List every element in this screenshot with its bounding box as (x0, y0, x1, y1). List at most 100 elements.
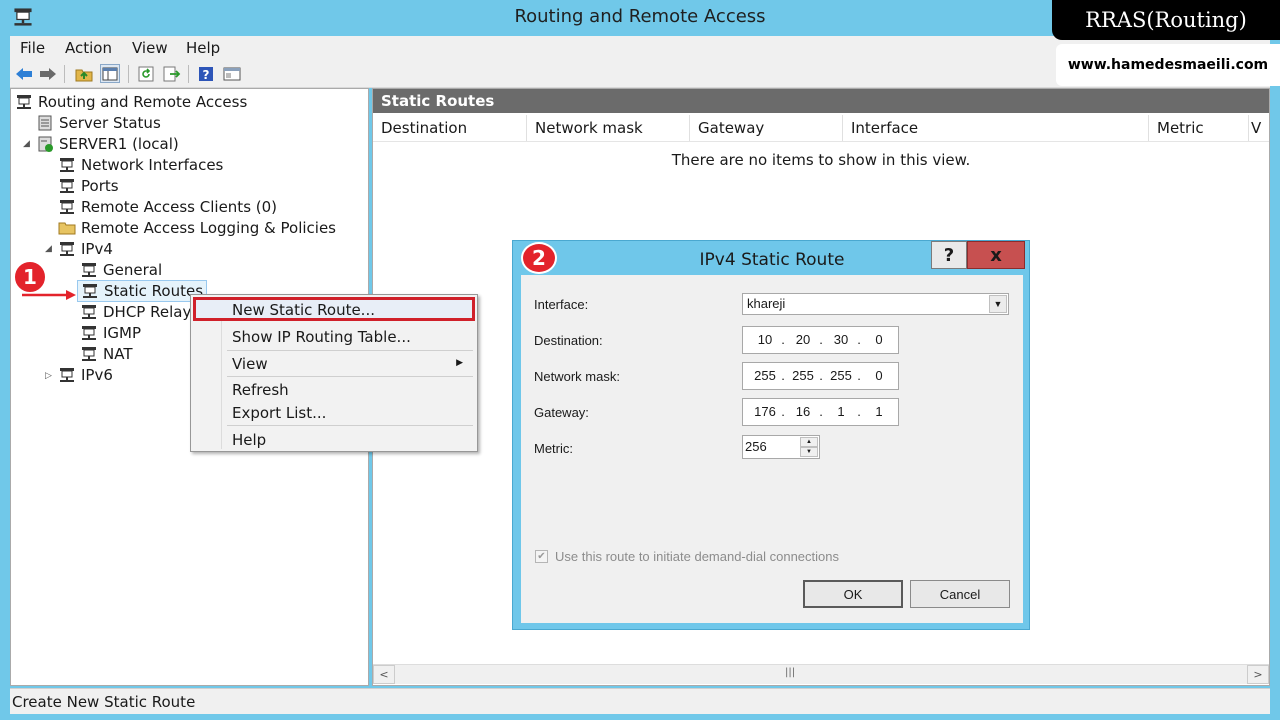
context-menu: New Static Route... Show IP Routing Tabl… (190, 294, 478, 452)
col-metric[interactable]: Metric (1149, 115, 1249, 141)
menu-view[interactable]: View (132, 39, 168, 57)
ok-button[interactable]: OK (803, 580, 903, 608)
tree-network-interfaces[interactable]: Network Interfaces (58, 155, 223, 175)
destination-octet-3[interactable]: 30 (827, 332, 855, 347)
dialog-close-button[interactable]: x (967, 241, 1025, 269)
ctx-view[interactable]: View (232, 355, 268, 373)
spin-up-icon[interactable]: ▲ (800, 437, 818, 447)
spin-down-icon[interactable]: ▼ (800, 447, 818, 457)
back-icon[interactable] (14, 64, 34, 83)
ctx-refresh[interactable]: Refresh (232, 381, 289, 399)
collapse-ipv4-icon[interactable]: ◢ (45, 244, 52, 254)
collapse-server-icon[interactable]: ◢ (23, 139, 30, 149)
network-node-icon (58, 241, 76, 257)
server-icon (38, 136, 53, 152)
demand-dial-checkbox[interactable]: ✔ (535, 550, 548, 563)
scroll-right-icon[interactable]: > (1247, 665, 1269, 684)
gateway-octet-1[interactable]: 176 (751, 404, 779, 419)
tree-igmp-label: IGMP (103, 324, 142, 342)
network-node-icon (58, 157, 76, 173)
ctx-show-ip-routing-table[interactable]: Show IP Routing Table... (232, 328, 411, 346)
tree-ipv4[interactable]: IPv4 (58, 239, 113, 259)
empty-list-message: There are no items to show in this view. (671, 151, 971, 169)
col-destination[interactable]: Destination (373, 115, 527, 141)
rras-window: Routing and Remote Access File Action Vi… (0, 0, 1280, 720)
horizontal-scrollbar[interactable]: < ||| > (373, 664, 1269, 684)
tree-igmp[interactable]: IGMP (80, 323, 141, 343)
refresh-icon[interactable] (136, 64, 156, 83)
gateway-field[interactable]: 176 . 16 . 1 . 1 (742, 398, 899, 426)
col-network-mask[interactable]: Network mask (527, 115, 690, 141)
tree-general-label: General (103, 261, 163, 279)
gateway-octet-3[interactable]: 1 (827, 404, 855, 419)
interface-select[interactable]: khareji ▼ (742, 293, 1009, 315)
tree-dhcp-relay-label: DHCP Relay (103, 303, 192, 321)
mask-octet-4[interactable]: 0 (865, 368, 893, 383)
chevron-down-icon[interactable]: ▼ (989, 295, 1007, 313)
dialog-help-button[interactable]: ? (931, 241, 967, 269)
ctx-export-list[interactable]: Export List... (232, 404, 326, 422)
mask-octet-3[interactable]: 255 (827, 368, 855, 383)
network-mask-label: Network mask: (534, 369, 620, 384)
tree-root[interactable]: Routing and Remote Access (15, 92, 247, 112)
metric-value[interactable]: 256 (745, 439, 767, 454)
demand-dial-option: ✔ Use this route to initiate demand-dial… (535, 549, 839, 564)
destination-octet-4[interactable]: 0 (865, 332, 893, 347)
tree-logging-label: Remote Access Logging & Policies (81, 219, 336, 237)
tree-nat[interactable]: NAT (80, 344, 132, 364)
tree-static-routes-label: Static Routes (104, 282, 204, 300)
tree-server-status[interactable]: Server Status (36, 113, 161, 133)
tree-ipv4-label: IPv4 (81, 240, 113, 258)
menu-file[interactable]: File (20, 39, 45, 57)
tree-static-routes[interactable]: Static Routes (77, 280, 208, 302)
expand-ipv6-icon[interactable]: ▷ (45, 371, 52, 381)
destination-octet-2[interactable]: 20 (789, 332, 817, 347)
svg-text:?: ? (203, 68, 210, 82)
scroll-thumb-grip-icon[interactable]: ||| (785, 667, 795, 678)
tree-ports[interactable]: Ports (58, 176, 119, 196)
network-node-icon (80, 346, 98, 362)
tree-general[interactable]: General (80, 260, 162, 280)
pointer-arrow-icon (22, 290, 76, 300)
show-tree-icon[interactable] (100, 64, 120, 83)
properties-icon[interactable] (222, 64, 242, 83)
gateway-octet-2[interactable]: 16 (789, 404, 817, 419)
network-mask-field[interactable]: 255 . 255 . 255 . 0 (742, 362, 899, 390)
dialog-body: Interface: khareji ▼ Destination: 10 . 2… (521, 275, 1023, 623)
cancel-button[interactable]: Cancel (910, 580, 1010, 608)
interface-label: Interface: (534, 297, 589, 312)
metric-spinner[interactable]: 256 ▲ ▼ (742, 435, 820, 459)
tree-server1-label: SERVER1 (local) (59, 135, 179, 153)
scroll-left-icon[interactable]: < (373, 665, 395, 684)
help-icon[interactable]: ? (196, 64, 216, 83)
tree-remote-access-clients[interactable]: Remote Access Clients (0) (58, 197, 277, 217)
col-gateway[interactable]: Gateway (690, 115, 843, 141)
mask-octet-2[interactable]: 255 (789, 368, 817, 383)
ctx-new-static-route[interactable]: New Static Route... (232, 301, 375, 319)
mask-octet-1[interactable]: 255 (751, 368, 779, 383)
pane-title: Static Routes (373, 89, 1269, 113)
export-icon[interactable] (162, 64, 182, 83)
step-1-badge: 1 (13, 260, 47, 294)
tree-network-interfaces-label: Network Interfaces (81, 156, 224, 174)
up-folder-icon[interactable] (74, 64, 94, 83)
interface-value: khareji (747, 296, 786, 311)
tree-logging-policies[interactable]: Remote Access Logging & Policies (58, 218, 336, 238)
tree-server1[interactable]: SERVER1 (local) (36, 134, 179, 154)
menu-help[interactable]: Help (186, 39, 220, 57)
ctx-help[interactable]: Help (232, 431, 266, 449)
col-truncated[interactable]: V (1249, 115, 1269, 141)
tree-ipv6[interactable]: IPv6 (58, 365, 113, 385)
destination-label: Destination: (534, 333, 603, 348)
forward-icon[interactable] (38, 64, 58, 83)
tree-server-status-label: Server Status (59, 114, 161, 132)
server-icon (38, 115, 52, 131)
network-node-icon (58, 178, 76, 194)
col-interface[interactable]: Interface (843, 115, 1149, 141)
destination-octet-1[interactable]: 10 (751, 332, 779, 347)
menu-action[interactable]: Action (65, 39, 112, 57)
tree-root-label: Routing and Remote Access (38, 93, 248, 111)
tree-dhcp-relay[interactable]: DHCP Relay (80, 302, 191, 322)
destination-field[interactable]: 10 . 20 . 30 . 0 (742, 326, 899, 354)
gateway-octet-4[interactable]: 1 (865, 404, 893, 419)
